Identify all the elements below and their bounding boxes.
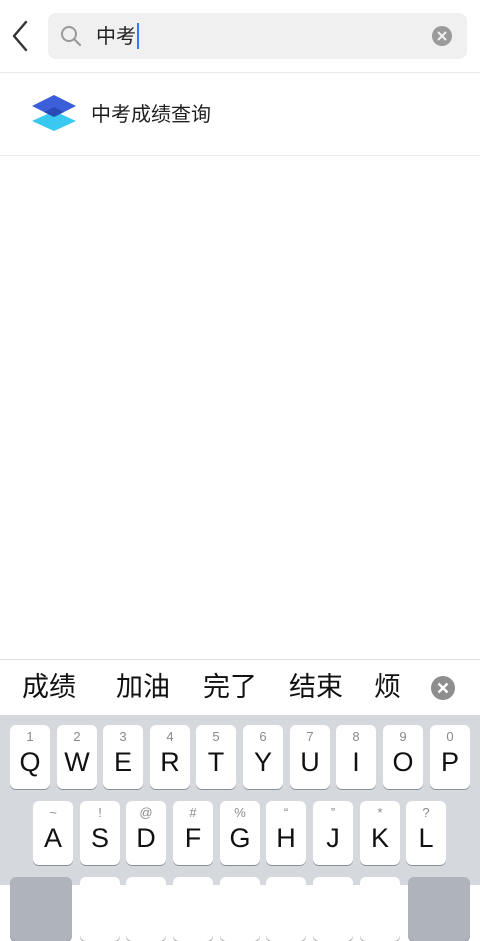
key-f[interactable]: # F [173,801,213,865]
key-symbol: ? [422,805,430,820]
key-g[interactable]: % G [220,801,260,865]
key-x[interactable] [126,877,166,941]
key-letter: O [392,747,414,777]
key-symbol: @ [139,805,153,820]
candidate-word[interactable]: 加油 [116,660,170,716]
key-k[interactable]: * K [360,801,400,865]
key-symbol: 1 [26,729,34,744]
key-symbol: ~ [49,805,57,820]
key-symbol: # [189,805,197,820]
candidate-word[interactable]: 结束 [289,660,343,716]
key-symbol: 9 [399,729,407,744]
search-header: 中考 [0,0,480,73]
key-w[interactable]: 2 W [57,725,97,789]
key-letter: R [160,747,180,777]
ime-candidate-bar: 成绩 加油 完了 结束 烦 [0,659,480,716]
shift-key[interactable] [10,877,72,941]
keyboard: 1 Q 2 W 3 E 4 R 5 T 6 Y 7 U 8 I 9 O 0 P … [0,715,480,941]
key-h[interactable]: “ H [266,801,306,865]
key-a[interactable]: ~ A [33,801,73,865]
key-e[interactable]: 3 E [103,725,143,789]
search-result-item[interactable]: 中考成绩查询 [0,73,480,156]
key-y[interactable]: 6 Y [243,725,283,789]
key-o[interactable]: 9 O [383,725,423,789]
text-cursor [137,23,139,49]
candidate-word[interactable]: 烦 [374,660,404,716]
key-letter: I [352,747,360,777]
key-m[interactable] [360,877,400,941]
key-letter: E [113,747,132,777]
key-letter: H [276,823,296,853]
key-letter: J [326,823,340,853]
key-symbol: “ [283,805,289,820]
candidate-word[interactable]: 完了 [203,660,257,716]
key-letter: A [43,823,62,853]
key-r[interactable]: 4 R [150,725,190,789]
key-n[interactable] [313,877,353,941]
key-i[interactable]: 8 I [336,725,376,789]
key-j[interactable]: ” J [313,801,353,865]
key-z[interactable] [80,877,120,941]
delete-key[interactable] [408,877,470,941]
key-c[interactable] [173,877,213,941]
candidate-word[interactable]: 成绩 [22,660,76,716]
result-title: 中考成绩查询 [91,102,211,126]
key-q[interactable]: 1 Q [10,725,50,789]
key-symbol: 8 [352,729,360,744]
chevron-left-icon [12,20,28,52]
key-letter: U [300,747,320,777]
key-symbol: 0 [446,729,454,744]
key-symbol: * [377,805,383,820]
key-symbol: 6 [259,729,267,744]
key-v[interactable] [220,877,260,941]
search-query: 中考 [96,24,136,48]
key-symbol: ! [98,805,102,820]
key-letter: D [136,823,156,853]
key-t[interactable]: 5 T [196,725,236,789]
key-d[interactable]: @ D [126,801,166,865]
key-letter: F [184,823,202,853]
key-letter: K [370,823,389,853]
key-letter: L [418,823,434,853]
key-symbol: ” [330,805,336,820]
key-s[interactable]: ! S [80,801,120,865]
key-u[interactable]: 7 U [290,725,330,789]
key-letter: G [229,823,251,853]
back-button[interactable] [6,16,38,56]
key-symbol: 5 [212,729,220,744]
key-letter: T [207,747,225,777]
key-symbol: 3 [119,729,127,744]
key-letter: Q [19,747,41,777]
clear-search-icon[interactable] [431,25,453,47]
close-candidates-icon[interactable] [430,675,456,701]
key-symbol: 2 [73,729,81,744]
key-letter: W [64,747,90,777]
key-letter: S [90,823,109,853]
search-field[interactable]: 中考 [48,13,467,59]
layers-app-icon [32,95,76,131]
key-symbol: % [234,805,246,820]
search-icon [61,26,82,47]
key-symbol: 7 [306,729,314,744]
key-p[interactable]: 0 P [430,725,470,789]
key-b[interactable] [266,877,306,941]
search-input[interactable]: 中考 [96,13,139,59]
key-letter: P [440,747,459,777]
key-l[interactable]: ? L [406,801,446,865]
key-symbol: 4 [166,729,174,744]
key-letter: Y [253,747,272,777]
